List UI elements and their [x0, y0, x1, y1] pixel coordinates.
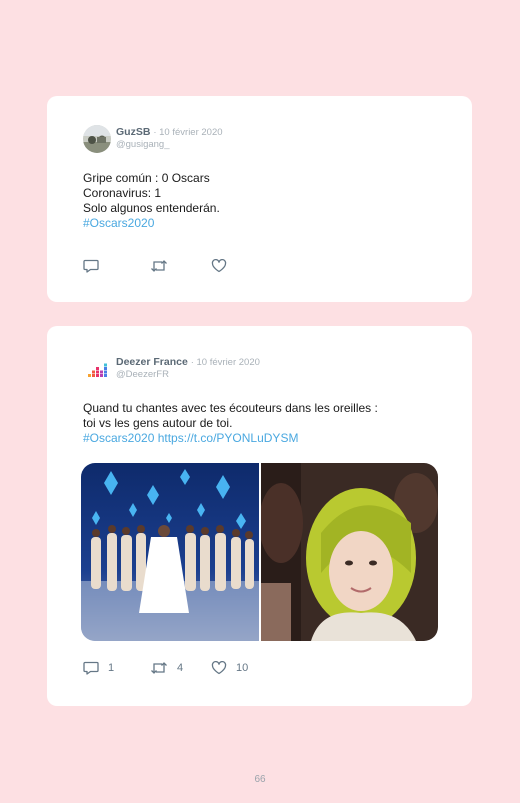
reply-button[interactable]: [83, 259, 150, 273]
author-name-row: GuzSB · 10 février 2020: [116, 126, 223, 138]
tweet-date[interactable]: · 10 février 2020: [191, 357, 260, 368]
author-handle: @gusigang_: [116, 139, 170, 150]
reply-icon: [83, 661, 99, 675]
avatar[interactable]: [83, 125, 111, 153]
tweet-actions: [83, 258, 227, 274]
like-count: 10: [236, 662, 249, 674]
like-icon: [211, 661, 227, 675]
author-name[interactable]: Deezer France: [116, 356, 188, 368]
retweet-button[interactable]: [150, 259, 211, 273]
tweet-text: Quand tu chantes avec tes écouteurs dans…: [83, 401, 378, 446]
reply-icon: [83, 259, 99, 273]
page-number: 66: [254, 774, 266, 785]
media-image-audience[interactable]: [259, 463, 438, 641]
tweet-text: Gripe común : 0 Oscars Coronavirus: 1 So…: [83, 171, 220, 231]
retweet-button[interactable]: 4: [150, 661, 211, 675]
tweet-actions: 1 4 10: [83, 660, 248, 676]
retweet-count: 4: [177, 662, 184, 674]
tweet-text-line: Solo algunos entenderán.: [83, 201, 220, 215]
tweet-date[interactable]: · 10 février 2020: [153, 127, 222, 138]
retweet-icon: [150, 259, 168, 273]
reply-count: 1: [108, 662, 115, 674]
reply-button[interactable]: 1: [83, 661, 150, 675]
hashtag-link[interactable]: #Oscars2020: [83, 431, 154, 445]
media-image-stage[interactable]: [81, 463, 259, 641]
tweet-text-line: Coronavirus: 1: [83, 186, 162, 200]
tweet-card: Deezer France · 10 février 2020 @DeezerF…: [47, 326, 472, 706]
retweet-icon: [150, 661, 168, 675]
author-name-row: Deezer France · 10 février 2020: [116, 356, 260, 368]
tweet-card: GuzSB · 10 février 2020 @gusigang_ Gripe…: [47, 96, 472, 302]
like-button[interactable]: [211, 259, 227, 273]
tweet-media[interactable]: [81, 463, 438, 641]
like-button[interactable]: 10: [211, 661, 248, 675]
like-icon: [211, 259, 227, 273]
author-name[interactable]: GuzSB: [116, 126, 150, 138]
avatar[interactable]: [83, 355, 111, 383]
author-handle: @DeezerFR: [116, 369, 169, 380]
tweet-text-line: Quand tu chantes avec tes écouteurs dans…: [83, 401, 378, 415]
tweet-text-line: toi vs les gens autour de toi.: [83, 416, 233, 430]
tweet-text-line: Gripe común : 0 Oscars: [83, 171, 210, 185]
tweet-link[interactable]: https://t.co/PYONLuDYSM: [158, 431, 299, 445]
hashtag-link[interactable]: #Oscars2020: [83, 216, 220, 231]
